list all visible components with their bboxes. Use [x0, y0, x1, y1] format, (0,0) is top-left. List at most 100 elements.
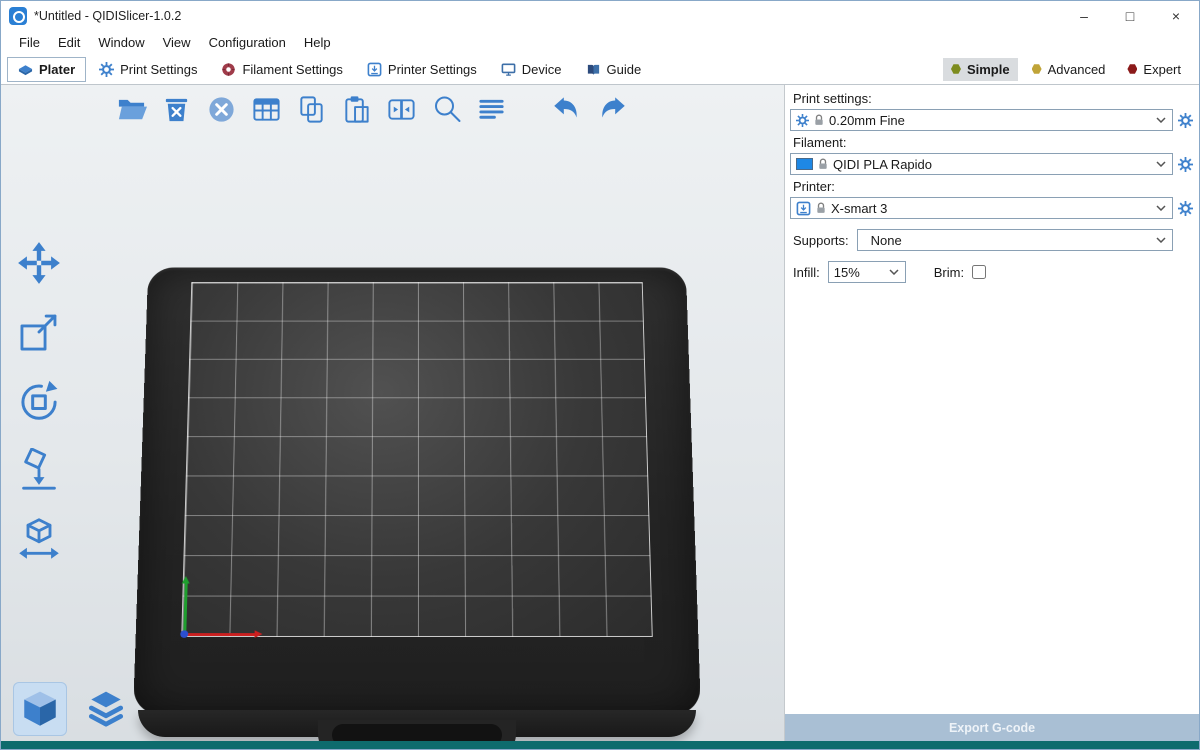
gear-icon: [1178, 157, 1193, 172]
edit-print-settings-button[interactable]: [1173, 109, 1197, 131]
move-icon: [17, 241, 61, 285]
brim-label: Brim:: [934, 265, 964, 280]
undo-button[interactable]: [544, 87, 589, 131]
mode-selector: Simple Advanced Expert: [943, 58, 1189, 81]
paste-button[interactable]: [334, 87, 379, 131]
3d-viewport[interactable]: [1, 85, 785, 741]
menu-window[interactable]: Window: [89, 33, 153, 52]
layers-button[interactable]: [469, 87, 514, 131]
object-toolbar: [109, 87, 634, 131]
redo-icon: [595, 92, 629, 126]
y-axis-indicator: [183, 583, 187, 635]
menu-bar: File Edit Window View Configuration Help: [1, 31, 1199, 54]
arrange-button[interactable]: [244, 87, 289, 131]
move-tool-button[interactable]: [11, 237, 67, 289]
tab-label: Device: [522, 62, 562, 77]
brim-checkbox[interactable]: [972, 265, 986, 279]
scale-icon: [17, 310, 61, 354]
paste-icon: [341, 94, 372, 125]
infill-label: Infill:: [793, 265, 820, 280]
tab-filament-settings[interactable]: Filament Settings: [210, 57, 353, 82]
filament-row: QIDI PLA Rapido: [790, 153, 1197, 175]
open-folder-button[interactable]: [109, 87, 154, 131]
supports-combo[interactable]: None: [857, 229, 1173, 251]
printer-combo[interactable]: X-smart 3: [790, 197, 1173, 219]
tab-plater[interactable]: Plater: [7, 57, 86, 82]
infill-combo[interactable]: 15%: [828, 261, 906, 283]
delete-button[interactable]: [154, 87, 199, 131]
minimize-button[interactable]: –: [1061, 1, 1107, 31]
gear-icon: [796, 114, 809, 127]
tab-printer-settings[interactable]: Printer Settings: [356, 57, 488, 82]
scale-tool-button[interactable]: [11, 306, 67, 358]
export-gcode-button[interactable]: Export G-code: [785, 714, 1199, 741]
titlebar: *Untitled - QIDISlicer-1.0.2 – □ ×: [1, 1, 1199, 31]
layers-icon: [476, 94, 507, 125]
print-settings-label: Print settings:: [793, 91, 1197, 106]
edit-filament-button[interactable]: [1173, 153, 1197, 175]
printer-icon: [367, 62, 382, 77]
lock-icon: [814, 114, 824, 126]
supports-row: Supports: None: [793, 229, 1197, 251]
settings-sidebar: Print settings: 0.20mm Fine Filament: QI…: [785, 85, 1199, 741]
view-toolbar: [13, 682, 133, 736]
mode-label: Advanced: [1048, 62, 1106, 77]
chevron-down-icon: [1156, 161, 1166, 167]
tab-label: Print Settings: [120, 62, 197, 77]
lock-icon: [816, 202, 826, 214]
chevron-down-icon: [1156, 237, 1166, 243]
open-folder-icon: [116, 94, 147, 125]
edit-printer-button[interactable]: [1173, 197, 1197, 219]
menu-file[interactable]: File: [10, 33, 49, 52]
split-button[interactable]: [379, 87, 424, 131]
main-area: Print settings: 0.20mm Fine Filament: QI…: [1, 85, 1199, 741]
rotate-icon: [16, 378, 62, 424]
delete-all-icon: [206, 94, 237, 125]
search-button[interactable]: [424, 87, 469, 131]
filament-value: QIDI PLA Rapido: [833, 157, 932, 172]
delete-all-button[interactable]: [199, 87, 244, 131]
mode-simple[interactable]: Simple: [943, 58, 1018, 81]
menu-configuration[interactable]: Configuration: [200, 33, 295, 52]
gear-icon: [99, 62, 114, 77]
copy-icon: [296, 94, 327, 125]
menu-edit[interactable]: Edit: [49, 33, 89, 52]
preview-layers-button[interactable]: [79, 682, 133, 736]
supports-label: Supports:: [793, 233, 849, 248]
plater-icon: [18, 62, 33, 77]
mode-advanced[interactable]: Advanced: [1024, 58, 1114, 81]
chevron-down-icon: [1156, 205, 1166, 211]
chevron-down-icon: [889, 269, 899, 275]
filament-combo[interactable]: QIDI PLA Rapido: [790, 153, 1173, 175]
print-bed[interactable]: [133, 223, 701, 741]
menu-help[interactable]: Help: [295, 33, 340, 52]
place-on-face-tool-button[interactable]: [11, 444, 67, 496]
close-button[interactable]: ×: [1153, 1, 1199, 31]
gear-icon: [1178, 113, 1193, 128]
redo-button[interactable]: [589, 87, 634, 131]
arrange-icon: [251, 94, 282, 125]
copy-button[interactable]: [289, 87, 334, 131]
print-settings-combo[interactable]: 0.20mm Fine: [790, 109, 1173, 131]
maximize-button[interactable]: □: [1107, 1, 1153, 31]
measure-icon: [17, 517, 61, 561]
undo-icon: [550, 92, 584, 126]
expert-mode-dot-icon: [1127, 64, 1137, 74]
filament-icon: [221, 62, 236, 77]
menu-view[interactable]: View: [154, 33, 200, 52]
bed-grid: [181, 282, 653, 637]
tab-print-settings[interactable]: Print Settings: [88, 57, 208, 82]
3d-editor-view-button[interactable]: [13, 682, 67, 736]
tab-bar: Plater Print Settings Filament Settings …: [1, 54, 1199, 85]
mode-expert[interactable]: Expert: [1119, 58, 1189, 81]
rotate-tool-button[interactable]: [11, 375, 67, 427]
print-settings-value: 0.20mm Fine: [829, 113, 905, 128]
split-icon: [386, 94, 417, 125]
tab-guide[interactable]: Guide: [575, 57, 653, 82]
guide-icon: [586, 62, 601, 77]
infill-brim-row: Infill: 15% Brim:: [793, 261, 1197, 283]
measure-tool-button[interactable]: [11, 513, 67, 565]
printer-label: Printer:: [793, 179, 1197, 194]
device-icon: [501, 62, 516, 77]
tab-device[interactable]: Device: [490, 57, 573, 82]
